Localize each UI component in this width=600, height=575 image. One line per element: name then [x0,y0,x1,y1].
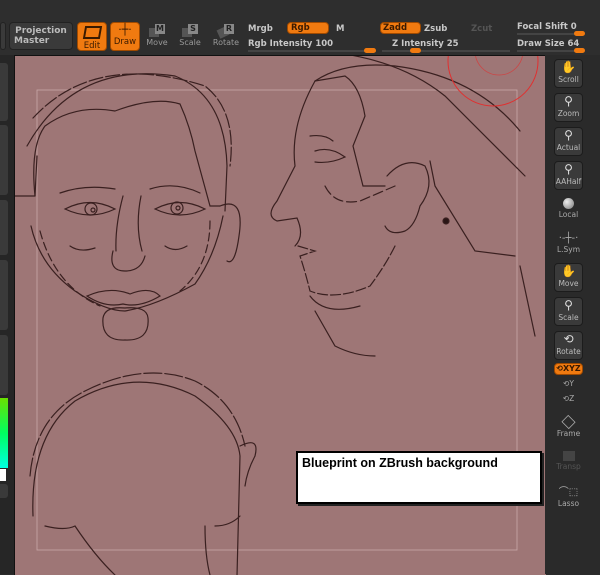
scroll-button[interactable]: ✋ Scroll [554,59,583,88]
actual-size-icon: ⚲ [564,128,573,142]
z-intensity-slider[interactable] [382,50,510,52]
focal-shift-knob[interactable] [574,31,585,36]
lasso-button[interactable]: ⌒⬚ Lasso [554,487,583,508]
xyz-rotate-toggle[interactable]: ⟲XYZ [554,363,583,375]
actual-button[interactable]: ⚲ Actual [554,127,583,156]
projection-master-button[interactable]: Projection Master [9,22,73,50]
m-toggle[interactable]: M [336,24,344,34]
transp-button[interactable]: Transp [554,451,583,471]
rotate-icon: ⟲ [563,332,574,346]
brush-cursor-inner [475,56,523,76]
zoom-button[interactable]: ⚲ Zoom [554,93,583,122]
left-edge-button[interactable] [0,22,6,50]
brush-cursor-outer [447,56,539,107]
rotate-icon: R [216,24,234,39]
left-shelf-slot[interactable] [0,484,8,498]
main-color-swatch[interactable] [0,469,6,481]
rotate-button[interactable]: R Rotate [204,24,248,47]
draw-size-label: Draw Size 64 [517,39,580,49]
scale-magnifier-icon: ⚲ [564,298,573,312]
left-shelf-slot[interactable] [0,125,8,195]
rgb-intensity-knob[interactable] [364,48,376,53]
projection-master-label-1: Projection [15,26,67,36]
aahalf-icon: ⚲ [564,162,573,176]
lsym-button[interactable]: ·-┼-· L.Sym [554,233,583,254]
zcut-toggle[interactable]: Zcut [471,24,492,34]
frame-cube-icon [561,414,576,430]
local-button[interactable]: Local [554,198,583,219]
zadd-toggle[interactable]: Zadd [380,22,421,34]
left-shelf-slot[interactable] [0,260,8,330]
left-shelf [0,55,14,574]
lasso-icon: ⌒⬚ [558,487,579,498]
caption-text: Blueprint on ZBrush background [302,456,498,470]
scale-view-button[interactable]: ⚲ Scale [554,297,583,326]
front-face-sketch [15,73,241,341]
zsub-toggle[interactable]: Zsub [424,24,447,34]
rgb-toggle[interactable]: Rgb [287,22,329,34]
z-intensity-label: Z Intensity 25 [392,39,459,49]
document-canvas[interactable]: Blueprint on ZBrush background [14,55,546,575]
move-hand-icon: ✋ [561,264,576,278]
projection-master-label-2: Master [14,36,50,46]
caption-box: Blueprint on ZBrush background [296,451,542,504]
lsym-icon: ·-┼-· [558,233,579,244]
move-icon: M [149,24,165,37]
z-intensity-knob[interactable] [410,48,421,53]
rgb-intensity-label: Rgb Intensity 100 [248,39,334,49]
move-view-button[interactable]: ✋ Move [554,263,583,292]
y-rotate-toggle[interactable]: ⟲Y [554,379,583,388]
back-head-sketch [29,372,257,575]
edit-button[interactable]: Edit [77,22,107,51]
left-shelf-slot[interactable] [0,63,8,121]
scroll-hand-icon: ✋ [561,60,576,74]
rotate-view-button[interactable]: ⟲ Rotate [554,331,583,360]
left-shelf-slot[interactable] [0,335,8,395]
draw-size-knob[interactable] [574,48,585,53]
right-shelf: ✋ Scroll ⚲ Zoom ⚲ Actual ⚲ AAHalf Local ·-┼-… [545,55,600,574]
scale-icon: S [182,24,198,37]
frame-button[interactable]: Frame [554,414,583,438]
profile-face-sketch [270,56,536,357]
focal-shift-label: Focal Shift 0 [517,22,577,32]
local-sphere-icon [563,198,574,209]
transp-icon [562,451,575,461]
left-shelf-slot[interactable] [0,200,8,255]
top-toolbar: Projection Master Edit ·┼· Draw M Move S… [0,0,600,56]
z-rotate-toggle[interactable]: ⟲Z [554,394,583,403]
aahalf-button[interactable]: ⚲ AAHalf [554,161,583,190]
zoom-magnifier-icon: ⚲ [564,94,573,108]
mrgb-toggle[interactable]: Mrgb [248,24,273,34]
color-picker-strip[interactable] [0,398,8,468]
edit-icon [82,26,102,39]
rgb-intensity-slider[interactable] [248,50,376,52]
